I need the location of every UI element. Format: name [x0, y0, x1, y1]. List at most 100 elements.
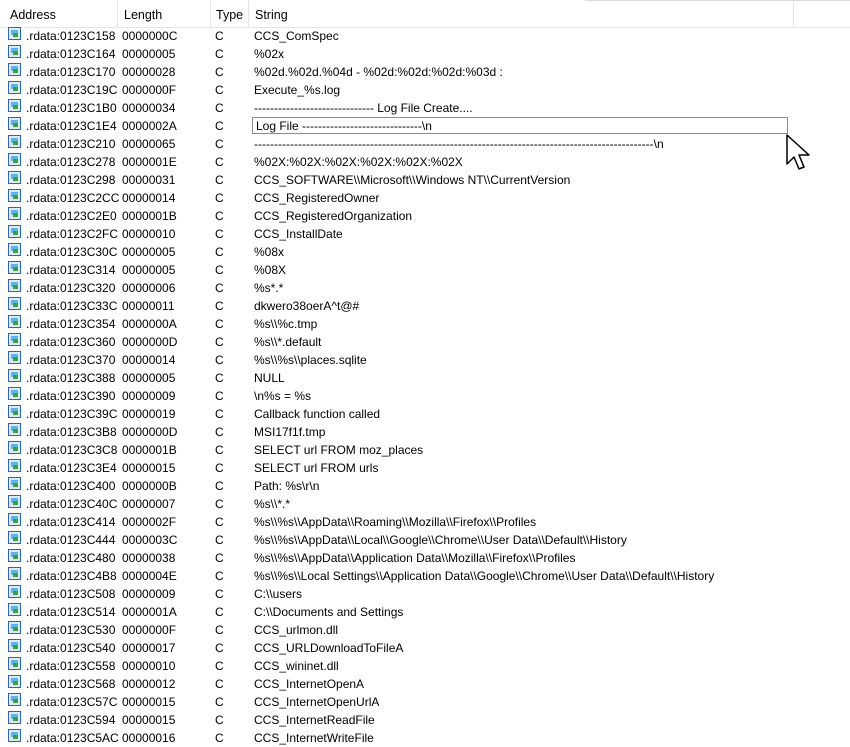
cell-string: ----------------------------------------…	[254, 137, 664, 151]
table-row[interactable]: .rdata:0123C480 00000038 C %s\\%s\\AppData\…	[0, 549, 850, 567]
cell-string: %s*.*	[254, 281, 284, 295]
table-row[interactable]: .rdata:0123C158 0000000C C CCS_ComSpec	[0, 27, 850, 45]
table-row[interactable]: .rdata:0123C388 00000005 C NULL	[0, 369, 850, 387]
cell-length: 00000006	[122, 281, 176, 295]
cell-type: C	[215, 659, 224, 673]
string-item-icon	[8, 153, 21, 166]
string-item-icon	[8, 477, 21, 490]
table-row[interactable]: .rdata:0123C390 00000009 C \n%s = %s	[0, 387, 850, 405]
table-row[interactable]: .rdata:0123C39C 00000019 C Callback functio…	[0, 405, 850, 423]
cell-length: 0000002A	[122, 119, 177, 133]
table-row[interactable]: .rdata:0123C530 0000000F C CCS_urlmon.dll	[0, 621, 850, 639]
cell-address: .rdata:0123C2CC	[26, 191, 120, 205]
cell-type: C	[215, 353, 224, 367]
table-row[interactable]: .rdata:0123C2FC 00000010 C CCS_InstallDate	[0, 225, 850, 243]
cell-address: .rdata:0123C354	[26, 317, 116, 331]
column-header-type[interactable]: Type	[211, 0, 249, 27]
cell-length: 00000005	[122, 371, 176, 385]
table-row[interactable]: .rdata:0123C370 00000014 C %s\\%s\\places.s…	[0, 351, 850, 369]
cell-length: 00000011	[122, 299, 175, 313]
table-row[interactable]: .rdata:0123C400 0000000B C Path: %s\r\n	[0, 477, 850, 495]
cell-length: 0000000D	[122, 425, 178, 439]
table-row[interactable]: .rdata:0123C354 0000000A C %s\\%c.tmp	[0, 315, 850, 333]
table-row[interactable]: .rdata:0123C2E0 0000001B C CCS_RegisteredOr…	[0, 207, 850, 225]
table-row[interactable]: .rdata:0123C170 00000028 C %02d.%02d.%04d -…	[0, 63, 850, 81]
mouse-pointer-icon	[786, 134, 810, 170]
table-row[interactable]: .rdata:0123C19C 0000000F C Execute_%s.log	[0, 81, 850, 99]
table-row[interactable]: .rdata:0123C314 00000005 C %08X	[0, 261, 850, 279]
string-item-icon	[8, 45, 21, 58]
cell-type: C	[215, 101, 224, 115]
cell-string: dkwero38oerA^t@#	[254, 299, 360, 313]
cell-address: .rdata:0123C2FC	[26, 227, 119, 241]
string-item-icon	[8, 639, 21, 652]
table-row[interactable]: .rdata:0123C33C 00000011 Cdkwero38oerA^t@#	[0, 297, 850, 315]
table-row[interactable]: .rdata:0123C444 0000003C C %s\\%s\\AppData\…	[0, 531, 850, 549]
cell-length: 00000065	[122, 137, 176, 151]
cell-type: C	[215, 281, 224, 295]
table-row[interactable]: .rdata:0123C558 00000010 C CCS_wininet.dll	[0, 657, 850, 675]
table-row[interactable]: .rdata:0123C320 00000006 C %s*.*	[0, 279, 850, 297]
table-row[interactable]: .rdata:0123C540 00000017 C CCS_URLDownloadT…	[0, 639, 850, 657]
string-item-icon	[8, 117, 21, 130]
cell-address: .rdata:0123C3B8	[26, 425, 117, 439]
string-item-icon	[8, 585, 21, 598]
cell-length: 0000000F	[122, 83, 177, 97]
table-row[interactable]: .rdata:0123C298 00000031 C CCS_SOFTWARE\\Mi…	[0, 171, 850, 189]
table-row[interactable]: .rdata:0123C210 00000065 C ----------------…	[0, 135, 850, 153]
table-row[interactable]: .rdata:0123C3C8 0000001B C SELECT url FROM …	[0, 441, 850, 459]
string-item-icon	[8, 81, 21, 94]
cell-address: .rdata:0123C480	[26, 551, 116, 565]
cell-length: 00000015	[122, 461, 176, 475]
cell-type: C	[215, 263, 224, 277]
column-header-string[interactable]: String	[249, 0, 794, 27]
cell-length: 00000016	[122, 731, 176, 745]
cell-type: C	[215, 137, 224, 151]
cell-type: C	[215, 515, 224, 529]
cell-string: %02X:%02X:%02X:%02X:%02X:%02X	[254, 155, 463, 169]
cell-address: .rdata:0123C360	[26, 335, 116, 349]
column-header-address[interactable]: Address	[0, 0, 118, 27]
cell-string: CCS_InternetOpenA	[254, 677, 365, 691]
cell-string: CCS_ComSpec	[254, 29, 339, 43]
table-row[interactable]: .rdata:0123C360 0000000D C %s\\*.default	[0, 333, 850, 351]
table-row[interactable]: .rdata:0123C1B0 00000034 C ----------------…	[0, 99, 850, 117]
table-row[interactable]: .rdata:0123C5AC 00000016 C CCS_InternetWrit…	[0, 729, 850, 747]
string-item-icon	[8, 351, 21, 364]
cell-length: 0000001E	[122, 155, 177, 169]
cell-address: .rdata:0123C2E0	[26, 209, 117, 223]
cell-length: 00000031	[122, 173, 176, 187]
table-row[interactable]: .rdata:0123C3B8 0000000D C MSI17f1f.tmp	[0, 423, 850, 441]
cell-string: CCS_RegisteredOwner	[254, 191, 380, 205]
string-item-icon	[8, 603, 21, 616]
table-row[interactable]: .rdata:0123C508 00000009 C C:\\users	[0, 585, 850, 603]
table-row[interactable]: .rdata:0123C3E4 00000015 C SELECT url FROM …	[0, 459, 850, 477]
table-row[interactable]: .rdata:0123C594 00000015 C CCS_InternetRead…	[0, 711, 850, 729]
table-row[interactable]: .rdata:0123C1E4 0000002A C Log File -------…	[0, 117, 850, 135]
table-row[interactable]: .rdata:0123C414 0000002F C %s\\%s\\AppData\…	[0, 513, 850, 531]
table-row[interactable]: .rdata:0123C40C 00000007 C %s\\*.*	[0, 495, 850, 513]
table-row[interactable]: .rdata:0123C568 00000012 C CCS_InternetOpen…	[0, 675, 850, 693]
table-row[interactable]: .rdata:0123C30C 00000005 C %08x	[0, 243, 850, 261]
cell-string: %s\\%s\\places.sqlite	[254, 353, 367, 367]
cell-type: C	[215, 155, 224, 169]
cell-type: C	[215, 461, 224, 475]
table-row[interactable]: .rdata:0123C164 00000005 C %02x	[0, 45, 850, 63]
cell-length: 00000038	[122, 551, 176, 565]
string-item-icon	[8, 459, 21, 472]
cell-length: 0000000B	[122, 479, 177, 493]
table-row[interactable]: .rdata:0123C514 0000001A C C:\\Documents an…	[0, 603, 850, 621]
string-item-icon	[8, 387, 21, 400]
cell-length: 00000005	[122, 245, 176, 259]
cell-string: %s\\*.default	[254, 335, 322, 349]
column-header-length[interactable]: Length	[118, 0, 211, 27]
cell-address: .rdata:0123C370	[26, 353, 116, 367]
cell-length: 00000010	[122, 659, 176, 673]
cell-length: 0000001B	[122, 443, 177, 457]
table-row[interactable]: .rdata:0123C2CC 00000014 C CCS_RegisteredOw…	[0, 189, 850, 207]
cell-type: C	[215, 227, 224, 241]
table-row[interactable]: .rdata:0123C4B8 0000004E C %s\\%s\\Local Se…	[0, 567, 850, 585]
table-row[interactable]: .rdata:0123C57C 00000015 C CCS_InternetOpen…	[0, 693, 850, 711]
table-row[interactable]: .rdata:0123C278 0000001E C %02X:%02X:%02X:%…	[0, 153, 850, 171]
cell-length: 00000005	[122, 263, 176, 277]
